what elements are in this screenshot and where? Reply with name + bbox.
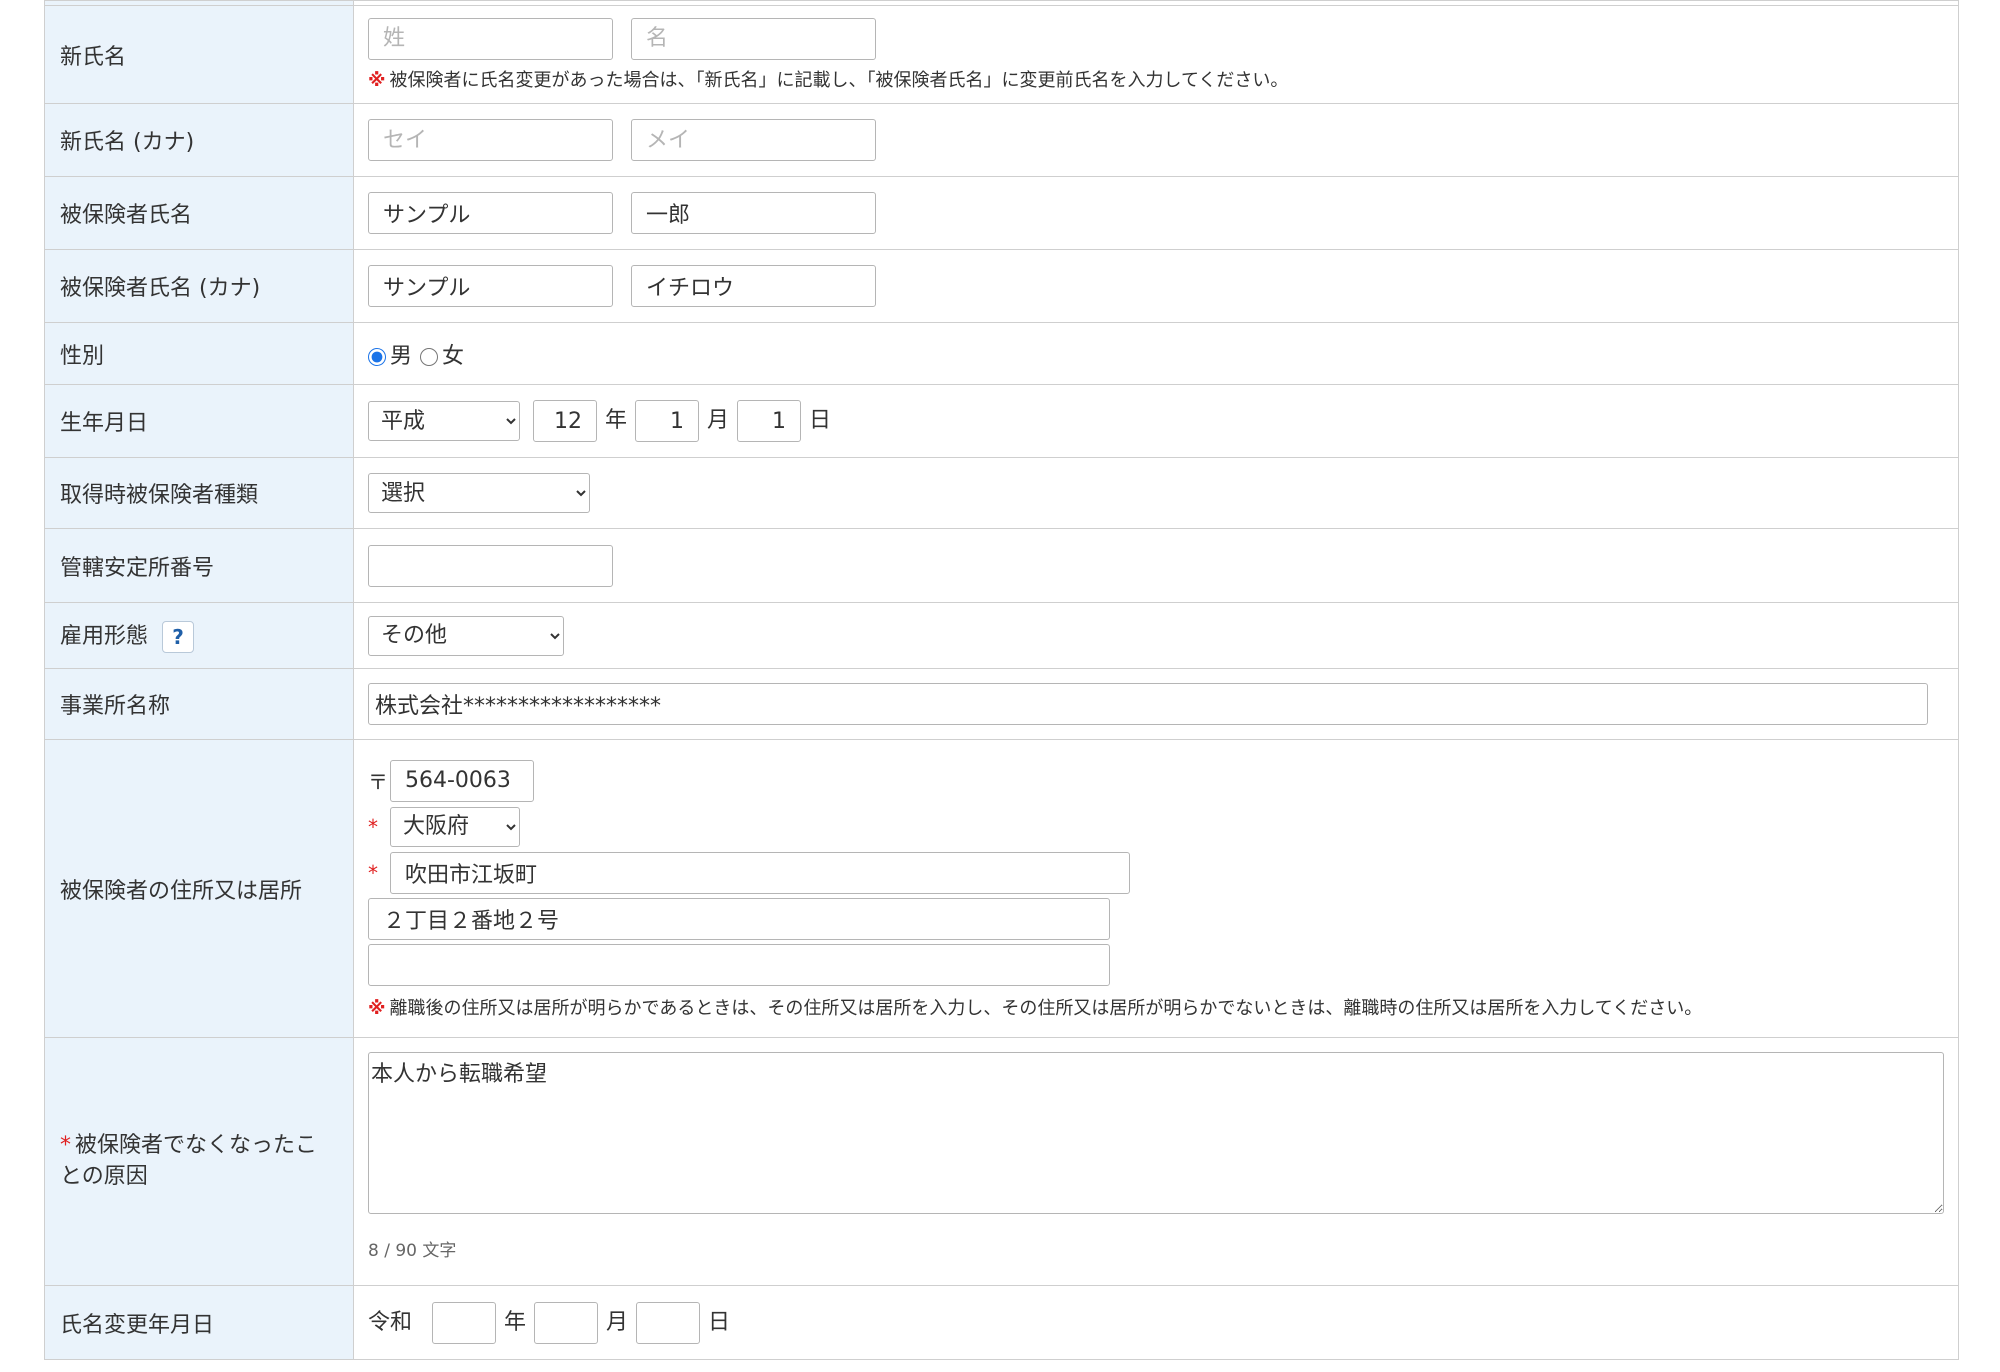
gender-female-label: 女 (442, 343, 465, 369)
insured-first-name-input[interactable] (631, 192, 876, 234)
insured-last-name-input[interactable] (368, 192, 613, 234)
employment-type-select[interactable]: その他 (368, 615, 564, 656)
row-new-name-kana: 新氏名 (カナ) (44, 103, 1959, 177)
insured-type-select[interactable]: 選択 (368, 473, 590, 513)
note-mark: ※ (368, 997, 386, 1019)
label-new-name: 新氏名 (44, 5, 354, 104)
label-insured-type: 取得時被保険者種類 (44, 457, 354, 529)
address-line2-input[interactable] (368, 943, 1110, 986)
note-mark: ※ (368, 69, 386, 91)
office-number-input[interactable] (368, 544, 613, 587)
birth-day-input[interactable] (737, 400, 802, 442)
birth-month-unit: 月 (707, 408, 730, 433)
label-new-name-kana: 新氏名 (カナ) (44, 103, 354, 177)
reason-char-counter: 8 / 90 文字 (368, 1241, 457, 1261)
zip-input[interactable] (390, 759, 534, 802)
row-business-name: 事業所名称 (44, 668, 1959, 740)
row-new-name: 新氏名 ※被保険者に氏名変更があった場合は、「新氏名」に記載し、「被保険者氏名」… (44, 5, 1959, 104)
row-birth-date: 生年月日 平成 年 月 日 (44, 384, 1959, 458)
row-name-change-date: 氏名変更年月日 令和 年 月 日 (44, 1285, 1959, 1360)
help-icon[interactable]: ? (162, 621, 195, 653)
row-insured-type: 取得時被保険者種類 選択 (44, 457, 1959, 529)
birth-year-unit: 年 (605, 408, 628, 433)
label-business-name: 事業所名称 (44, 668, 354, 740)
row-gender: 性別 男 女 (44, 322, 1959, 385)
row-address: 被保険者の住所又は居所 〒 * 大阪府 * ※離職後の住所又は居所が明らかであると… (44, 739, 1959, 1038)
city-input[interactable] (390, 851, 1130, 894)
name-change-day-unit: 日 (708, 1309, 731, 1335)
gender-female-radio[interactable] (420, 347, 439, 366)
new-first-name-kana-input[interactable] (631, 119, 876, 161)
row-employment-type: 雇用形態? その他 (44, 602, 1959, 669)
city-required-mark: * (368, 860, 378, 885)
prefecture-line: * 大阪府 (368, 804, 1944, 850)
name-change-month-unit: 月 (606, 1309, 629, 1335)
row-office-number: 管轄安定所番号 (44, 528, 1959, 603)
address-note: ※ 離職後の住所又は居所が明らかであるときは、その住所又は居所を入力し、その住所又… (368, 994, 1944, 1020)
business-name-input[interactable] (368, 683, 1928, 725)
birth-month-input[interactable] (635, 400, 700, 442)
address-line1 (368, 896, 1944, 942)
name-change-month-input[interactable] (534, 1301, 599, 1344)
birth-year-input[interactable] (533, 400, 597, 442)
insured-last-name-kana-input[interactable] (368, 265, 613, 307)
reason-textarea[interactable]: 本人から転職希望 (368, 1052, 1944, 1214)
name-change-year-unit: 年 (504, 1309, 527, 1335)
name-change-era: 令和 (368, 1309, 413, 1335)
city-line: * (368, 850, 1944, 896)
label-birth-date: 生年月日 (44, 384, 354, 458)
postal-mark-icon: 〒 (368, 770, 388, 794)
new-name-note-text: 被保険者に氏名変更があった場合は、「新氏名」に記載し、「被保険者氏名」に変更前氏… (389, 69, 1289, 91)
row-insured-name-kana: 被保険者氏名 (カナ) (44, 249, 1959, 323)
label-insured-name-kana: 被保険者氏名 (カナ) (44, 249, 354, 323)
new-last-name-input[interactable] (368, 17, 613, 60)
gender-male-label: 男 (390, 343, 413, 369)
insured-loss-form: 新氏名 ※被保険者に氏名変更があった場合は、「新氏名」に記載し、「被保険者氏名」… (44, 0, 1959, 1360)
zip-line: 〒 (368, 758, 1944, 804)
new-first-name-input[interactable] (631, 17, 876, 60)
row-reason: * 被保険者でなくなったことの原因 本人から転職希望 8 / 90 文字 (44, 1037, 1959, 1286)
label-gender: 性別 (44, 322, 354, 385)
insured-first-name-kana-input[interactable] (631, 265, 876, 307)
prefecture-select[interactable]: 大阪府 (390, 806, 520, 847)
label-office-number: 管轄安定所番号 (44, 528, 354, 603)
label-insured-name: 被保険者氏名 (44, 176, 354, 250)
label-employment-type: 雇用形態 (60, 624, 149, 649)
reason-required-mark: * (60, 1132, 71, 1158)
row-insured-name: 被保険者氏名 (44, 176, 1959, 250)
name-change-year-input[interactable] (432, 1301, 497, 1344)
label-address: 被保険者の住所又は居所 (44, 739, 354, 1038)
name-change-day-input[interactable] (636, 1301, 701, 1344)
address-line1-input[interactable] (368, 897, 1110, 940)
prefecture-required-mark: * (368, 814, 378, 839)
new-name-note: ※ 被保険者に氏名変更があった場合は、「新氏名」に記載し、「被保険者氏名」に変更前… (368, 66, 1944, 92)
birth-era-select[interactable]: 平成 (368, 401, 520, 441)
gender-male-radio[interactable] (368, 347, 386, 366)
address-note-text: 離職後の住所又は居所が明らかであるときは、その住所又は居所を入力し、その住所又は… (389, 997, 1703, 1019)
address-line2 (368, 942, 1944, 988)
label-name-change-date: 氏名変更年月日 (44, 1285, 354, 1360)
label-reason: 被保険者でなくなったことの原因 (60, 1132, 318, 1189)
new-last-name-kana-input[interactable] (368, 119, 613, 161)
birth-day-unit: 日 (809, 408, 832, 433)
